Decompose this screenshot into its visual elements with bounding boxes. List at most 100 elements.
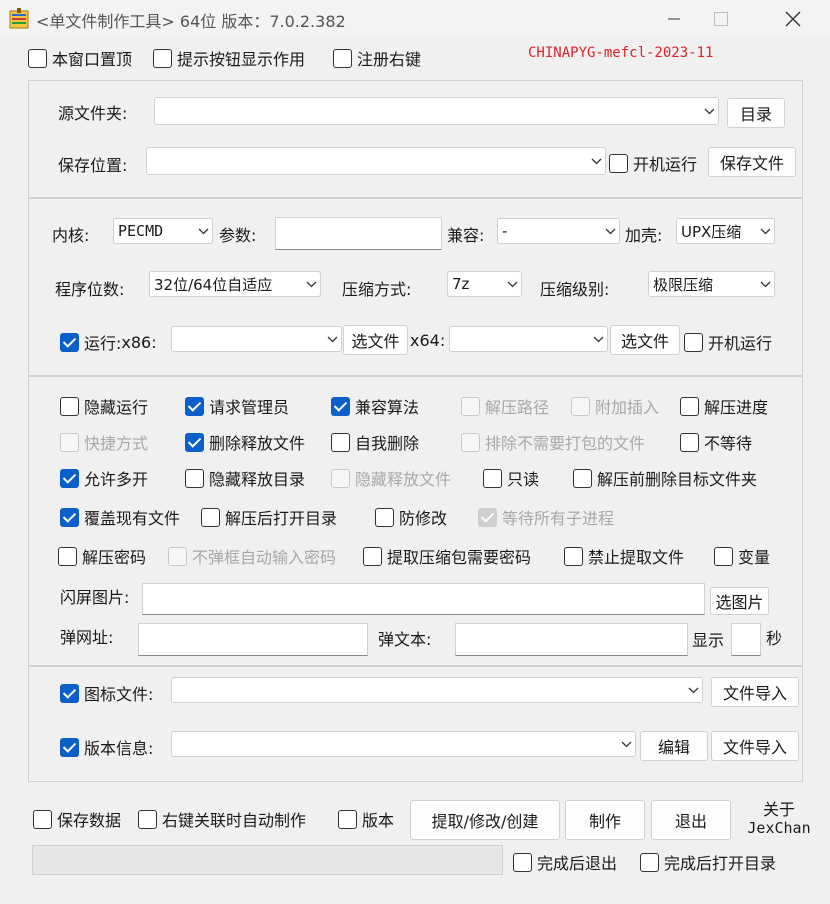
version-info-combo[interactable] (171, 731, 636, 757)
shortcut-checkbox[interactable]: 快捷方式 (60, 430, 148, 454)
x64-combo[interactable] (449, 326, 608, 352)
save-data-checkbox[interactable]: 保存数据 (33, 807, 121, 831)
checkbox-label: 解压进度 (704, 398, 769, 417)
chevron-down-icon (756, 219, 774, 243)
checkbox-box (28, 48, 47, 68)
forbid-extract-checkbox[interactable]: 禁止提取文件 (564, 544, 684, 568)
maximize-button[interactable] (698, 0, 744, 38)
open-dir-when-done-checkbox[interactable]: 完成后打开目录 (640, 850, 776, 874)
x86-pick-file-button[interactable]: 选文件 (343, 325, 408, 355)
checkbox-box (363, 546, 382, 566)
checkbox-box (478, 507, 497, 527)
save-location-label: 保存位置: (58, 156, 128, 175)
minimize-button[interactable] (651, 0, 697, 38)
chevron-down-icon (756, 272, 774, 296)
checkbox-box (60, 432, 79, 452)
checkbox-box (333, 48, 352, 68)
wait-children-checkbox[interactable]: 等待所有子进程 (478, 505, 614, 529)
combo-value: UPX压缩 (681, 222, 742, 241)
exclude-unneeded-checkbox[interactable]: 排除不需要打包的文件 (461, 430, 645, 454)
delete-target-before-checkbox[interactable]: 解压前删除目标文件夹 (573, 466, 757, 490)
checkbox-box (714, 546, 733, 566)
checkbox-label: 图标文件: (84, 685, 154, 704)
checkbox-box (138, 809, 157, 829)
maximize-icon (714, 12, 728, 26)
build-autorun-checkbox[interactable]: 开机运行 (684, 330, 772, 354)
bits-combo[interactable]: 32位/64位自适应 (149, 271, 321, 297)
checkbox-box (331, 468, 350, 488)
chevron-down-icon (589, 327, 607, 351)
hide-release-file-checkbox[interactable]: 隐藏释放文件 (331, 466, 451, 490)
allow-multi-checkbox[interactable]: 允许多开 (60, 466, 148, 490)
overwrite-checkbox[interactable]: 覆盖现有文件 (60, 505, 180, 529)
anti-modify-checkbox[interactable]: 防修改 (375, 505, 447, 529)
extract-password-checkbox[interactable]: 解压密码 (58, 544, 146, 568)
edit-button[interactable]: 编辑 (640, 731, 708, 761)
version-info-checkbox[interactable]: 版本信息: (60, 735, 153, 759)
open-dir-after-checkbox[interactable]: 解压后打开目录 (201, 505, 337, 529)
save-file-button[interactable]: 保存文件 (708, 147, 796, 177)
no-popup-password-checkbox[interactable]: 不弹框自动输入密码 (168, 544, 336, 568)
about-link[interactable]: 关于 JexChan (744, 800, 814, 838)
auto-build-context-checkbox[interactable]: 右键关联时自动制作 (138, 807, 306, 831)
extract-modify-create-button[interactable]: 提取/修改/创建 (410, 800, 560, 840)
splash-input[interactable] (142, 583, 705, 615)
delete-released-checkbox[interactable]: 删除释放文件 (185, 430, 305, 454)
icon-file-combo[interactable] (171, 677, 703, 703)
version-checkbox[interactable]: 版本 (338, 807, 394, 831)
checkbox-box (338, 809, 357, 829)
extract-path-checkbox[interactable]: 解压路径 (461, 394, 549, 418)
x64-pick-file-button[interactable]: 选文件 (610, 325, 680, 355)
pick-image-button[interactable]: 选图片 (710, 587, 769, 615)
icon-import-button[interactable]: 文件导入 (711, 677, 799, 707)
run-checkbox[interactable]: 运行: x86: (60, 330, 157, 354)
popup-text-input[interactable] (455, 623, 688, 656)
title-bar: <单文件制作工具> 64位 版本：7.0.2.382 (0, 0, 830, 38)
show-button-tips-checkbox[interactable]: 提示按钮显示作用 (153, 46, 305, 70)
compat-algo-checkbox[interactable]: 兼容算法 (331, 394, 419, 418)
readonly-checkbox[interactable]: 只读 (483, 466, 539, 490)
kernel-combo[interactable]: PECMD (113, 218, 213, 244)
icon-file-checkbox[interactable]: 图标文件: (60, 681, 153, 705)
compat-label: 兼容: (447, 226, 485, 245)
checkbox-label: 只读 (507, 470, 540, 489)
compress-method-combo[interactable]: 7z (447, 271, 522, 297)
show-seconds-input[interactable] (731, 623, 761, 656)
append-insert-checkbox[interactable]: 附加插入 (571, 394, 659, 418)
hide-run-checkbox[interactable]: 隐藏运行 (60, 394, 148, 418)
extract-needs-password-checkbox[interactable]: 提取压缩包需要密码 (363, 544, 531, 568)
save-location-combo[interactable] (146, 147, 606, 175)
hide-release-dir-checkbox[interactable]: 隐藏释放目录 (185, 466, 305, 490)
no-wait-checkbox[interactable]: 不等待 (680, 430, 752, 454)
checkbox-label: 提示按钮显示作用 (177, 50, 306, 69)
extract-progress-checkbox[interactable]: 解压进度 (680, 394, 768, 418)
packer-combo[interactable]: UPX压缩 (676, 218, 775, 244)
close-button[interactable] (770, 0, 816, 38)
save-autorun-checkbox[interactable]: 开机运行 (609, 151, 697, 175)
checkbox-label: 等待所有子进程 (502, 509, 615, 528)
checkbox-label: 隐藏释放目录 (209, 470, 306, 489)
request-admin-checkbox[interactable]: 请求管理员 (185, 394, 289, 418)
variables-checkbox[interactable]: 变量 (714, 544, 770, 568)
packer-label: 加壳: (625, 226, 663, 245)
compat-combo[interactable]: - (497, 218, 620, 244)
self-delete-checkbox[interactable]: 自我删除 (331, 430, 419, 454)
exit-when-done-checkbox[interactable]: 完成后退出 (513, 850, 617, 874)
params-input[interactable] (275, 217, 442, 250)
checkbox-label: 保存数据 (57, 811, 122, 830)
checkbox-label: 覆盖现有文件 (84, 509, 181, 528)
chevron-down-icon (700, 98, 718, 124)
exit-button[interactable]: 退出 (651, 800, 731, 840)
source-folder-combo[interactable] (154, 97, 719, 125)
register-context-menu-checkbox[interactable]: 注册右键 (333, 46, 421, 70)
always-on-top-checkbox[interactable]: 本窗口置顶 (28, 46, 132, 70)
checkbox-label: 自我删除 (355, 434, 420, 453)
checkbox-label: 兼容算法 (355, 398, 420, 417)
make-button[interactable]: 制作 (565, 800, 645, 840)
compress-level-combo[interactable]: 极限压缩 (648, 271, 775, 297)
version-import-button[interactable]: 文件导入 (711, 731, 799, 761)
combo-value: 7z (452, 275, 470, 293)
popup-url-input[interactable] (138, 623, 368, 656)
x86-combo[interactable] (171, 326, 342, 352)
directory-button[interactable]: 目录 (727, 98, 785, 128)
